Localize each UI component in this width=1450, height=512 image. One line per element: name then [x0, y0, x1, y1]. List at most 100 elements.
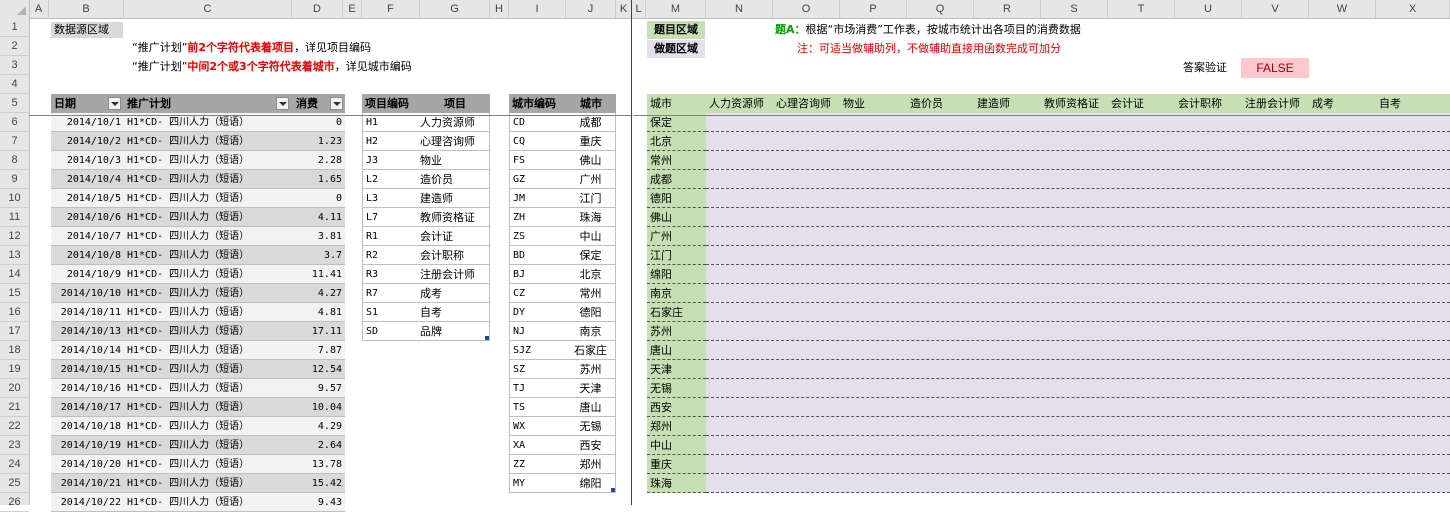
- row-header-11[interactable]: 11: [0, 208, 29, 227]
- project-name-cell[interactable]: 造价员: [420, 170, 490, 189]
- data-date-cell[interactable]: 2014/10/5: [51, 189, 124, 208]
- city-name-cell[interactable]: 保定: [566, 246, 616, 265]
- column-header-i[interactable]: I: [509, 0, 566, 18]
- city-code-cell[interactable]: DY: [509, 303, 566, 322]
- project-name-cell[interactable]: 成考: [420, 284, 490, 303]
- data-cost-cell[interactable]: 2.64: [292, 436, 345, 455]
- column-header-a[interactable]: A: [29, 0, 49, 18]
- city-name-cell[interactable]: 江门: [566, 189, 616, 208]
- answer-city-cell[interactable]: 江门: [647, 246, 706, 265]
- answer-city-cell[interactable]: 天津: [647, 360, 706, 379]
- data-cost-cell[interactable]: 9.43: [292, 493, 345, 512]
- data-plan-cell[interactable]: H1*CD- 四川人力（短语）: [124, 189, 292, 208]
- row-header-24[interactable]: 24: [0, 455, 29, 474]
- column-header-w[interactable]: W: [1309, 0, 1376, 18]
- answer-city-cell[interactable]: 广州: [647, 227, 706, 246]
- data-plan-cell[interactable]: H1*CD- 四川人力（短语）: [124, 341, 292, 360]
- data-cost-cell[interactable]: 0: [292, 189, 345, 208]
- project-name-cell[interactable]: 注册会计师: [420, 265, 490, 284]
- row-header-2[interactable]: 2: [0, 37, 29, 56]
- answer-header-project-8[interactable]: 会计职称: [1175, 94, 1242, 113]
- project-code-cell[interactable]: R2: [362, 246, 420, 265]
- row-header-3[interactable]: 3: [0, 56, 29, 75]
- data-date-cell[interactable]: 2014/10/18: [51, 417, 124, 436]
- project-name-cell[interactable]: 自考: [420, 303, 490, 322]
- data-plan-cell[interactable]: H1*CD- 四川人力（短语）: [124, 455, 292, 474]
- row-header-25[interactable]: 25: [0, 474, 29, 493]
- city-code-cell[interactable]: NJ: [509, 322, 566, 341]
- answer-value-row[interactable]: [706, 303, 1450, 322]
- data-date-cell[interactable]: 2014/10/4: [51, 170, 124, 189]
- city-code-cell[interactable]: ZZ: [509, 455, 566, 474]
- answer-header-city[interactable]: 城市: [647, 94, 706, 113]
- city-code-cell[interactable]: WX: [509, 417, 566, 436]
- project-code-cell[interactable]: H2: [362, 132, 420, 151]
- data-cost-cell[interactable]: 2.28: [292, 151, 345, 170]
- row-header-23[interactable]: 23: [0, 436, 29, 455]
- data-date-cell[interactable]: 2014/10/13: [51, 322, 124, 341]
- data-cost-cell[interactable]: 13.78: [292, 455, 345, 474]
- data-cost-cell[interactable]: 12.54: [292, 360, 345, 379]
- project-table-resize-handle[interactable]: [485, 336, 489, 340]
- column-header-l[interactable]: L: [632, 0, 646, 18]
- filter-cost-icon[interactable]: [330, 97, 343, 110]
- row-header-4[interactable]: 4: [0, 75, 29, 94]
- answer-header-project-7[interactable]: 会计证: [1108, 94, 1175, 113]
- answer-header-project-6[interactable]: 教师资格证: [1041, 94, 1108, 113]
- answer-value-row[interactable]: [706, 379, 1450, 398]
- row-header-13[interactable]: 13: [0, 246, 29, 265]
- answer-city-cell[interactable]: 唐山: [647, 341, 706, 360]
- city-code-cell[interactable]: XA: [509, 436, 566, 455]
- city-code-cell[interactable]: CQ: [509, 132, 566, 151]
- city-name-cell[interactable]: 苏州: [566, 360, 616, 379]
- row-header-6[interactable]: 6: [0, 113, 29, 132]
- column-header-j[interactable]: J: [566, 0, 616, 18]
- data-cost-cell[interactable]: 11.41: [292, 265, 345, 284]
- project-code-cell[interactable]: L7: [362, 208, 420, 227]
- data-date-cell[interactable]: 2014/10/15: [51, 360, 124, 379]
- city-name-cell[interactable]: 重庆: [566, 132, 616, 151]
- data-date-cell[interactable]: 2014/10/22: [51, 493, 124, 512]
- row-header-8[interactable]: 8: [0, 151, 29, 170]
- column-header-r[interactable]: R: [974, 0, 1041, 18]
- answer-header-project-10[interactable]: 成考: [1309, 94, 1376, 113]
- column-header-h[interactable]: H: [490, 0, 509, 18]
- data-plan-cell[interactable]: H1*CD- 四川人力（短语）: [124, 322, 292, 341]
- city-name-cell[interactable]: 广州: [566, 170, 616, 189]
- project-name-cell[interactable]: 教师资格证: [420, 208, 490, 227]
- row-header-1[interactable]: 1: [0, 18, 29, 37]
- project-code-cell[interactable]: J3: [362, 151, 420, 170]
- answer-value-row[interactable]: [706, 246, 1450, 265]
- city-code-cell[interactable]: ZS: [509, 227, 566, 246]
- city-name-cell[interactable]: 佛山: [566, 151, 616, 170]
- answer-value-row[interactable]: [706, 398, 1450, 417]
- project-code-cell[interactable]: S1: [362, 303, 420, 322]
- column-header-e[interactable]: E: [343, 0, 362, 18]
- data-cost-cell[interactable]: 15.42: [292, 474, 345, 493]
- answer-value-row[interactable]: [706, 284, 1450, 303]
- city-code-cell[interactable]: TS: [509, 398, 566, 417]
- data-plan-cell[interactable]: H1*CD- 四川人力（短语）: [124, 151, 292, 170]
- city-code-cell[interactable]: GZ: [509, 170, 566, 189]
- project-name-cell[interactable]: 品牌: [420, 322, 490, 341]
- data-date-cell[interactable]: 2014/10/21: [51, 474, 124, 493]
- data-plan-cell[interactable]: H1*CD- 四川人力（短语）: [124, 132, 292, 151]
- answer-value-row[interactable]: [706, 455, 1450, 474]
- answer-header-project-3[interactable]: 物业: [840, 94, 907, 113]
- column-header-b[interactable]: B: [49, 0, 124, 18]
- city-name-cell[interactable]: 天津: [566, 379, 616, 398]
- row-header-26[interactable]: 26: [0, 493, 29, 512]
- answer-city-cell[interactable]: 苏州: [647, 322, 706, 341]
- data-plan-cell[interactable]: H1*CD- 四川人力（短语）: [124, 436, 292, 455]
- answer-value-row[interactable]: [706, 170, 1450, 189]
- answer-value-row[interactable]: [706, 208, 1450, 227]
- answer-value-row[interactable]: [706, 189, 1450, 208]
- row-header-22[interactable]: 22: [0, 417, 29, 436]
- answer-value-row[interactable]: [706, 341, 1450, 360]
- answer-header-project-5[interactable]: 建造师: [974, 94, 1041, 113]
- column-header-u[interactable]: U: [1175, 0, 1242, 18]
- row-header-12[interactable]: 12: [0, 227, 29, 246]
- data-date-cell[interactable]: 2014/10/3: [51, 151, 124, 170]
- city-name-cell[interactable]: 绵阳: [566, 474, 616, 493]
- data-plan-cell[interactable]: H1*CD- 四川人力（短语）: [124, 246, 292, 265]
